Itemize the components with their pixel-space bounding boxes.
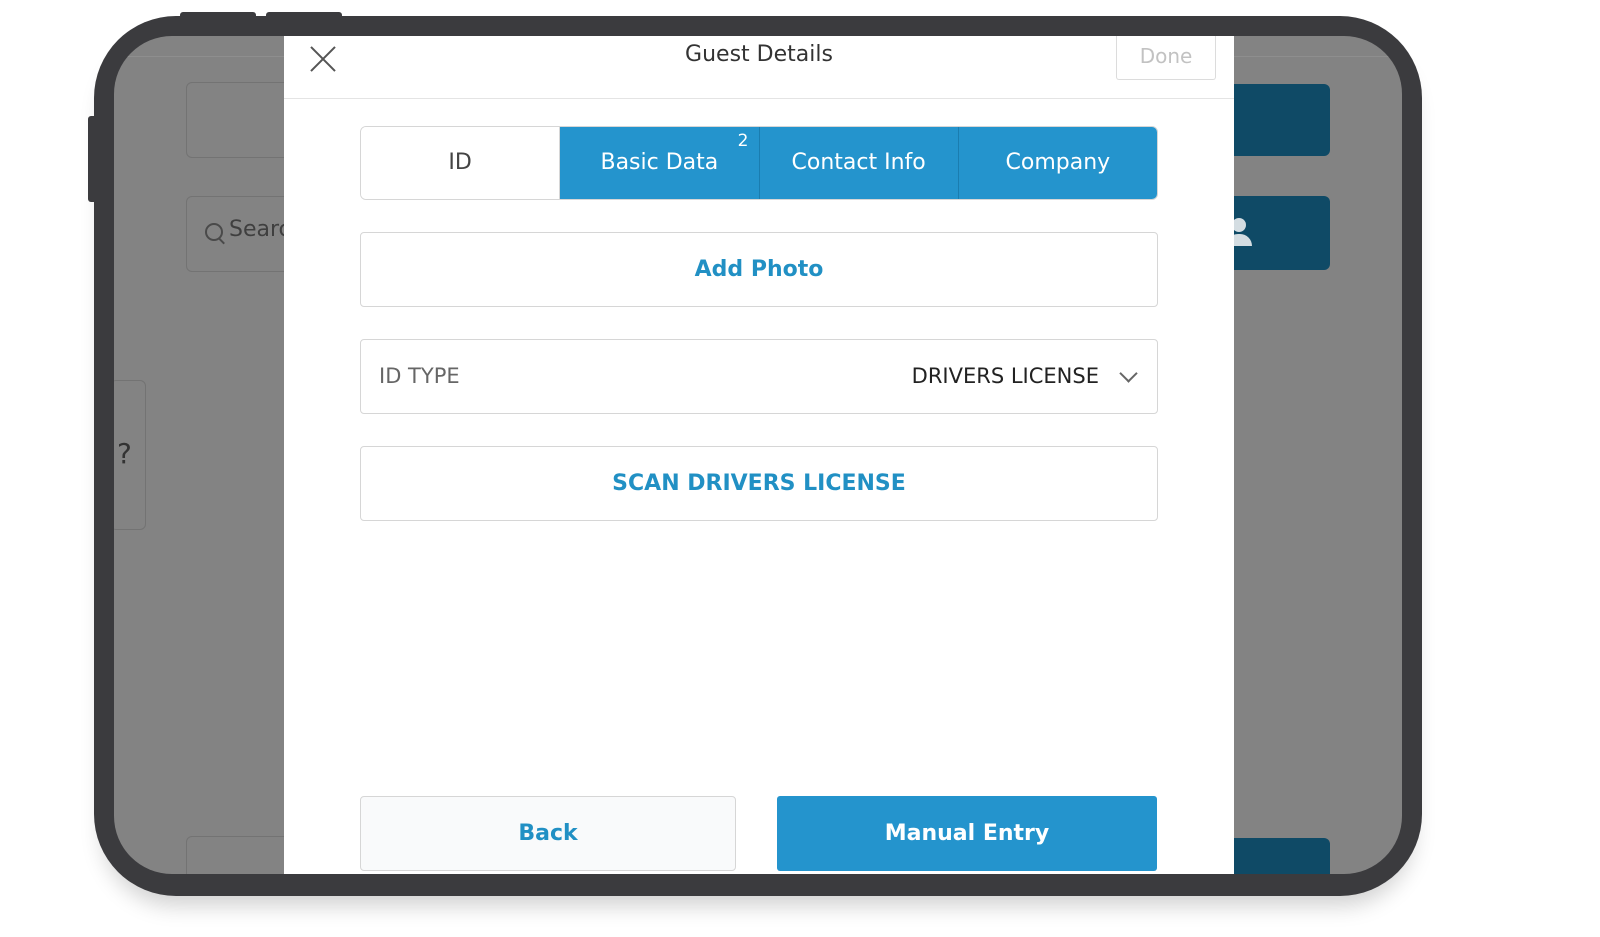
id-type-select[interactable]: ID TYPE DRIVERS LICENSE bbox=[360, 339, 1158, 414]
volume-button-top bbox=[180, 12, 256, 18]
modal-header: Guest Details Done bbox=[284, 36, 1234, 99]
tab-id-label: ID bbox=[448, 150, 472, 175]
help-label: ? bbox=[117, 437, 132, 470]
add-photo-label: Add Photo bbox=[694, 257, 824, 282]
done-button[interactable]: Done bbox=[1116, 36, 1216, 80]
background-help-tab: ? bbox=[114, 380, 146, 530]
guest-tabs: ID Basic Data 2 Contact Info Company bbox=[360, 126, 1158, 200]
search-icon bbox=[205, 223, 223, 241]
add-photo-button[interactable]: Add Photo bbox=[360, 232, 1158, 307]
id-type-label: ID TYPE bbox=[379, 364, 460, 388]
modal-title: Guest Details bbox=[685, 42, 833, 67]
volume-button-top-2 bbox=[266, 12, 342, 18]
scan-drivers-license-button[interactable]: SCAN DRIVERS LICENSE bbox=[360, 446, 1158, 521]
tab-id[interactable]: ID bbox=[361, 127, 560, 199]
scan-drivers-license-label: SCAN DRIVERS LICENSE bbox=[612, 471, 906, 496]
power-button-side bbox=[88, 116, 96, 202]
tab-badge-count: 2 bbox=[737, 131, 749, 151]
tab-basic-data-label: Basic Data bbox=[600, 150, 719, 175]
tab-company[interactable]: Company bbox=[957, 127, 1157, 199]
tab-company-label: Company bbox=[1005, 150, 1111, 175]
tab-contact-info[interactable]: Contact Info bbox=[758, 127, 958, 199]
tab-contact-info-label: Contact Info bbox=[791, 150, 926, 175]
guest-details-modal: Guest Details Done ID Basic Data 2 Conta… bbox=[284, 36, 1234, 874]
back-button[interactable]: Back bbox=[360, 796, 736, 871]
id-type-value: DRIVERS LICENSE bbox=[911, 364, 1099, 388]
tab-basic-data[interactable]: Basic Data 2 bbox=[559, 127, 759, 199]
background-search-placeholder: Searc bbox=[229, 217, 291, 242]
chevron-down-icon bbox=[1119, 364, 1138, 383]
manual-entry-button[interactable]: Manual Entry bbox=[777, 796, 1157, 871]
